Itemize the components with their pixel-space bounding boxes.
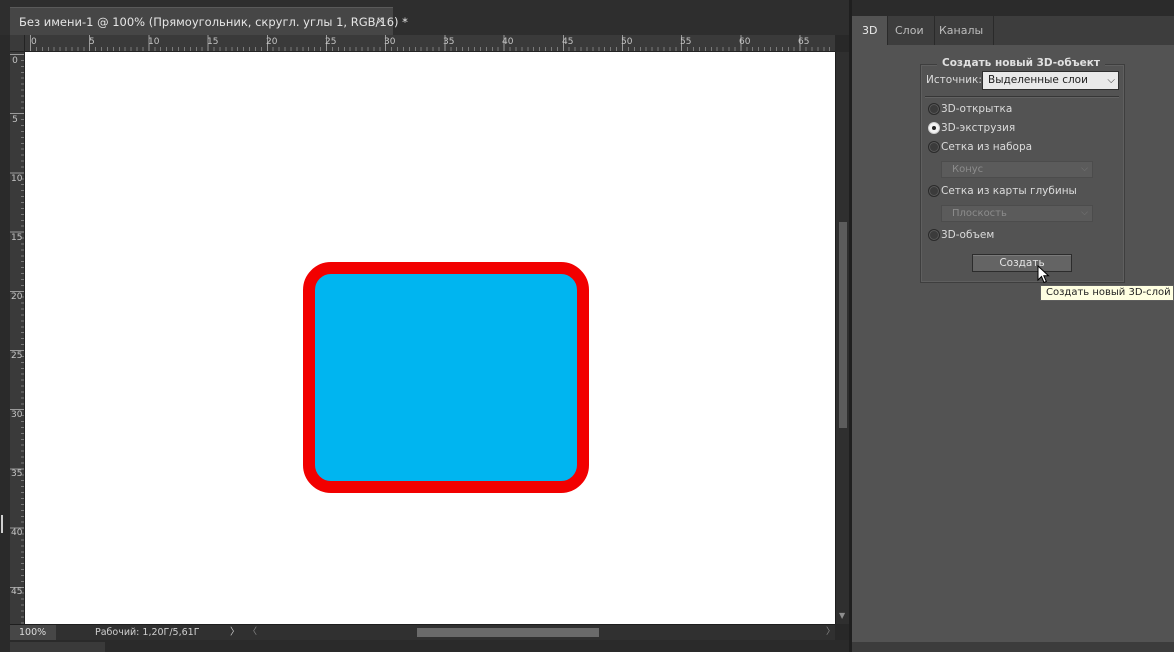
tab-channels[interactable]: Каналы <box>929 16 995 45</box>
ruler-label: 0 <box>12 56 18 66</box>
document-canvas[interactable] <box>25 52 835 624</box>
horizontal-ruler[interactable]: 0 5 10 15 20 25 30 35 40 45 50 55 60 65 <box>25 35 835 52</box>
horizontal-scroll-thumb[interactable] <box>417 628 599 637</box>
option-label: 3D-экструзия <box>941 122 1016 134</box>
status-menu-arrow-icon[interactable]: 〉 <box>230 625 240 640</box>
ruler-label: 55 <box>680 37 692 47</box>
rounded-rectangle-shape[interactable] <box>303 262 589 493</box>
create-button[interactable]: Создать <box>972 254 1072 272</box>
tab-layers[interactable]: Слои <box>885 16 935 45</box>
mouse-pointer-icon <box>1037 265 1050 284</box>
ruler-label: 20 <box>266 37 278 47</box>
chevron-down-icon: ⌵ <box>1081 208 1088 218</box>
bottom-panel-strip <box>0 640 852 652</box>
ruler-label: 10 <box>11 174 23 184</box>
ruler-label: 25 <box>325 37 337 47</box>
group-title: Создать новый 3D-объект <box>937 57 1105 69</box>
ruler-label: 45 <box>11 587 23 597</box>
ruler-label: 5 <box>12 115 18 125</box>
ruler-label: 40 <box>11 528 23 538</box>
option-label: Сетка из набора <box>941 141 1033 153</box>
document-tab-bar: Без имени-1 @ 100% (Прямоугольник, скруг… <box>0 0 852 35</box>
ruler-label: 50 <box>621 37 633 47</box>
ruler-label: 30 <box>11 410 23 420</box>
chevron-down-icon: ⌵ <box>1107 75 1115 86</box>
chevron-down-icon: ⌵ <box>1081 164 1088 174</box>
bottom-strip-segment <box>10 642 105 652</box>
radio-button[interactable] <box>928 185 940 197</box>
document-info-text: Рабочий: 1,20Г/5,61Г <box>95 627 200 638</box>
panel-tab-bar: 3D Слои Каналы <box>852 0 1174 45</box>
ruler-label: 15 <box>207 37 219 47</box>
radio-button-checked[interactable] <box>928 122 940 134</box>
preset-dropdown-value: Конус <box>952 164 984 175</box>
ruler-label: 35 <box>11 469 23 479</box>
status-bar: 100% Рабочий: 1,20Г/5,61Г 〉 〈 〉 <box>10 624 835 640</box>
radio-button[interactable] <box>928 141 940 153</box>
ruler-label: 5 <box>89 37 95 47</box>
ruler-label: 60 <box>739 37 751 47</box>
tab-3d[interactable]: 3D <box>852 16 889 45</box>
radio-button[interactable] <box>928 229 940 241</box>
ruler-origin[interactable] <box>10 35 25 52</box>
option-label: Сетка из карты глубины <box>941 185 1077 197</box>
ruler-label: 15 <box>11 233 23 243</box>
ruler-label: 0 <box>31 37 37 47</box>
option-label: 3D-открытка <box>941 103 1013 115</box>
ruler-label: 65 <box>798 37 810 47</box>
tooltip: Создать новый 3D-слой с з <box>1040 285 1174 301</box>
vertical-ruler[interactable]: 0 5 10 15 20 25 30 35 40 45 <box>10 52 25 624</box>
ruler-label: 40 <box>502 37 514 47</box>
document-tab-title: Без имени-1 @ 100% (Прямоугольник, скруг… <box>19 15 408 29</box>
source-dropdown-value: Выделенные слои <box>988 74 1088 86</box>
vertical-scrollbar[interactable]: ▼ <box>835 52 850 624</box>
scroll-down-icon[interactable]: ▼ <box>839 611 845 620</box>
vertical-scroll-thumb[interactable] <box>839 222 847 428</box>
horizontal-scrollbar[interactable]: 〈 〉 <box>248 626 835 639</box>
zoom-field[interactable]: 100% <box>10 625 56 640</box>
document-tab[interactable]: Без имени-1 @ 100% (Прямоугольник, скруг… <box>10 7 408 35</box>
depth-map-dropdown-value: Плоскость <box>952 208 1007 219</box>
ruler-label: 35 <box>443 37 455 47</box>
option-label: 3D-объем <box>941 229 995 241</box>
3d-panel: 3D Слои Каналы Создать новый 3D-объект И… <box>852 0 1174 652</box>
ruler-label: 10 <box>148 37 160 47</box>
group-separator <box>925 96 1119 98</box>
ruler-label: 20 <box>11 292 23 302</box>
preset-dropdown: Конус ⌵ <box>941 161 1093 178</box>
source-dropdown[interactable]: Выделенные слои ⌵ <box>982 71 1119 90</box>
scroll-left-icon[interactable]: 〈 <box>248 626 257 639</box>
ruler-label: 25 <box>11 351 23 361</box>
panel-bottom-bar <box>852 642 1174 652</box>
close-tab-icon[interactable]: × <box>376 14 385 27</box>
ruler-label: 30 <box>384 37 396 47</box>
radio-button[interactable] <box>928 103 940 115</box>
panel-edge-marker <box>1 515 3 533</box>
ruler-label: 45 <box>562 37 574 47</box>
scroll-right-icon[interactable]: 〉 <box>826 626 835 639</box>
source-label: Источник: <box>926 74 982 86</box>
depth-map-dropdown: Плоскость ⌵ <box>941 205 1093 222</box>
